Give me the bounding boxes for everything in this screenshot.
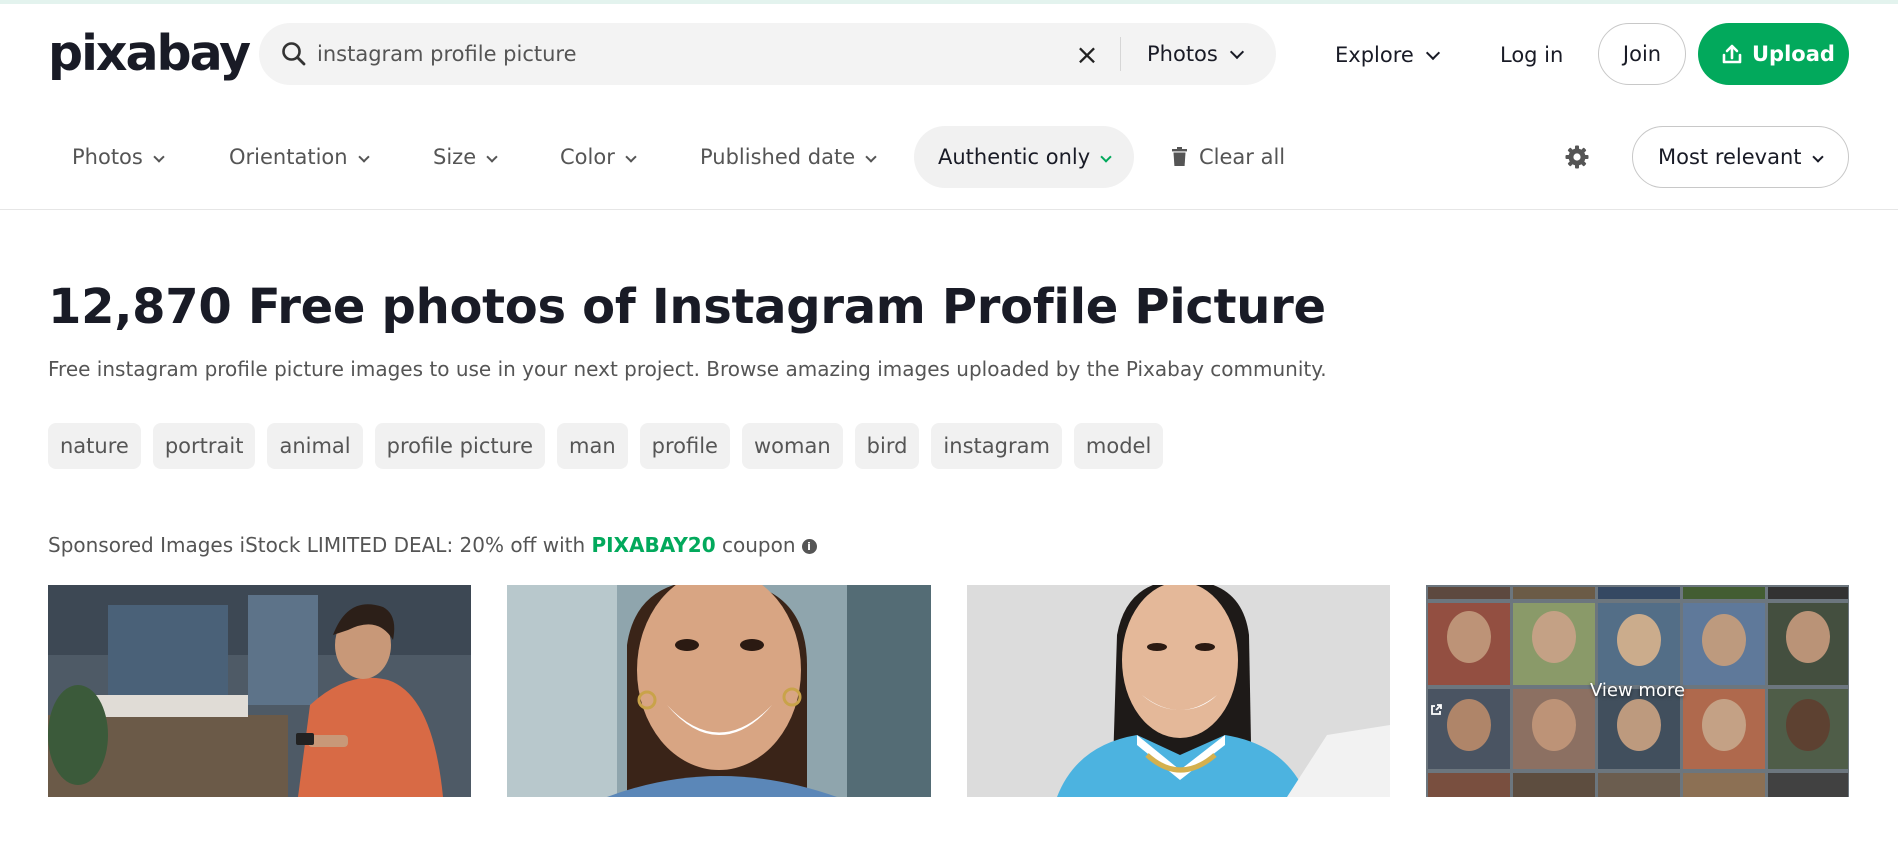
search-bar[interactable]: × Photos	[259, 23, 1276, 85]
chevron-down-icon	[1229, 44, 1244, 60]
view-more-label: View more	[1589, 680, 1686, 701]
filter-label: Orientation	[229, 145, 348, 169]
media-type-label: Photos	[1147, 42, 1218, 66]
clear-all-label: Clear all	[1199, 145, 1286, 169]
photo-image	[507, 585, 931, 797]
filter-bar: Photos Orientation Size Color Published …	[0, 122, 1898, 210]
tag-chip[interactable]: woman	[741, 423, 843, 469]
sort-dropdown[interactable]: Most relevant	[1632, 126, 1849, 188]
view-more-link[interactable]: View more	[1426, 679, 1849, 715]
tag-chip[interactable]: bird	[854, 423, 920, 469]
chevron-down-icon	[865, 151, 877, 163]
filter-color[interactable]: Color	[560, 126, 637, 188]
photo-image	[48, 585, 471, 797]
search-divider	[1120, 37, 1121, 71]
external-link-icon	[1431, 704, 1442, 715]
chevron-down-icon	[486, 151, 498, 163]
chevron-down-icon	[1811, 151, 1824, 163]
page-subtitle: Free instagram profile picture images to…	[48, 357, 1327, 381]
chevron-down-icon	[625, 151, 637, 163]
upload-icon	[1722, 44, 1742, 64]
filter-label: Authentic only	[938, 145, 1091, 169]
filter-published-date[interactable]: Published date	[700, 126, 877, 188]
join-button[interactable]: Join	[1598, 23, 1686, 85]
tag-chip[interactable]: nature	[48, 423, 141, 469]
chevron-down-icon	[153, 151, 165, 163]
search-icon	[282, 42, 306, 66]
sort-label: Most relevant	[1658, 145, 1802, 169]
sponsored-photo-smiling-woman[interactable]	[507, 585, 931, 797]
tag-chip[interactable]: portrait	[152, 423, 256, 469]
trash-icon	[1172, 147, 1187, 166]
tag-chip[interactable]: profile picture	[374, 423, 545, 469]
tag-chip[interactable]: man	[557, 423, 628, 469]
filter-orientation[interactable]: Orientation	[229, 126, 370, 188]
gear-icon[interactable]	[1564, 144, 1590, 170]
tag-chip[interactable]: animal	[267, 423, 363, 469]
filter-label: Size	[433, 145, 477, 169]
clear-search-icon[interactable]: ×	[1069, 37, 1105, 73]
tag-chip[interactable]: instagram	[931, 423, 1062, 469]
sponsored-suffix: coupon	[715, 533, 796, 557]
filter-label: Photos	[72, 145, 143, 169]
login-link[interactable]: Log in	[1500, 38, 1563, 72]
filter-label: Published date	[700, 145, 856, 169]
related-tags: nature portrait animal profile picture m…	[48, 423, 1164, 469]
filter-photos[interactable]: Photos	[72, 126, 165, 188]
media-type-dropdown[interactable]: Photos	[1147, 37, 1244, 71]
filter-authentic-only[interactable]: Authentic only	[914, 126, 1135, 188]
info-icon[interactable]: i	[801, 539, 817, 554]
sponsored-banner: Sponsored Images iStock LIMITED DEAL: 20…	[48, 530, 817, 560]
chevron-down-icon	[1100, 151, 1112, 163]
chevron-down-icon	[1425, 45, 1440, 61]
tag-chip[interactable]: profile	[639, 423, 730, 469]
filter-label: Color	[560, 145, 615, 169]
chevron-down-icon	[357, 151, 370, 163]
photo-image	[967, 585, 1390, 797]
search-input[interactable]	[317, 33, 977, 75]
tag-chip[interactable]: model	[1073, 423, 1164, 469]
sponsored-photo-woman-phone[interactable]	[48, 585, 471, 797]
coupon-code[interactable]: PIXABAY20	[592, 533, 716, 557]
pixabay-logo[interactable]: pixabay	[48, 28, 251, 80]
filter-size[interactable]: Size	[433, 126, 498, 188]
explore-menu[interactable]: Explore	[1335, 38, 1440, 72]
upload-label: Upload	[1752, 42, 1835, 66]
clear-all-button[interactable]: Clear all	[1172, 126, 1285, 188]
page-title: 12,870 Free photos of Instagram Profile …	[48, 279, 1326, 335]
view-more-collage[interactable]: View more	[1426, 585, 1849, 797]
sponsored-photo-asian-woman[interactable]	[967, 585, 1390, 797]
explore-label: Explore	[1335, 43, 1414, 67]
site-header: pixabay × Photos Explore Log in Join Upl…	[0, 4, 1898, 102]
sponsored-prefix: Sponsored Images iStock LIMITED DEAL: 20…	[48, 533, 592, 557]
upload-button[interactable]: Upload	[1698, 23, 1849, 85]
